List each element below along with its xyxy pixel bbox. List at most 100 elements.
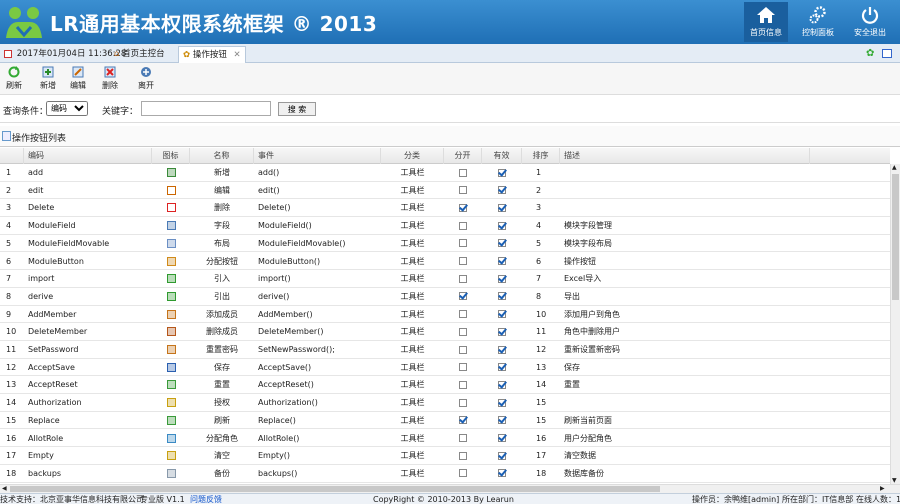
valid-checkbox[interactable] — [498, 398, 506, 407]
refresh-button[interactable]: 刷新 — [0, 66, 28, 91]
refresh-tab-icon[interactable]: ✿ — [866, 48, 874, 59]
edit-button[interactable]: 编辑 — [64, 66, 92, 91]
table-row[interactable]: 8 derive 引出 derive() 工具栏 8 导出 — [0, 288, 890, 306]
scroll-right-icon[interactable]: ▶ — [880, 485, 885, 492]
split-checkbox[interactable] — [459, 416, 467, 425]
table-row[interactable]: 12 AcceptSave 保存 AcceptSave() 工具栏 13 保存 — [0, 359, 890, 377]
header-code[interactable]: 编码 — [24, 148, 152, 164]
header-desc[interactable]: 描述 — [560, 148, 810, 164]
code-cell: DeleteMember — [28, 327, 88, 337]
split-checkbox[interactable] — [459, 292, 467, 301]
header-event[interactable]: 事件 — [254, 148, 381, 164]
split-checkbox[interactable] — [459, 186, 467, 195]
tab-operation-buttons[interactable]: ✿ 操作按钮 ✕ — [178, 46, 246, 63]
split-checkbox[interactable] — [459, 327, 467, 336]
split-checkbox[interactable] — [459, 221, 467, 230]
assign-button-icon — [166, 256, 176, 266]
valid-checkbox[interactable] — [498, 416, 506, 425]
split-checkbox[interactable] — [459, 257, 467, 265]
valid-checkbox[interactable] — [498, 186, 506, 195]
scroll-down-icon[interactable]: ▼ — [892, 477, 897, 484]
table-row[interactable]: 15 Replace 刷新 Replace() 工具栏 15 刷新当前页面 — [0, 412, 890, 430]
split-checkbox[interactable] — [459, 363, 467, 372]
table-row[interactable]: 7 import 引入 import() 工具栏 7 Excel导入 — [0, 270, 890, 288]
split-cell — [444, 288, 482, 305]
valid-checkbox[interactable] — [498, 363, 506, 372]
valid-checkbox[interactable] — [498, 451, 506, 460]
table-row[interactable]: 5 ModuleFieldMovable 布局 ModuleFieldMovable(… — [0, 235, 890, 253]
split-cell — [444, 306, 482, 323]
leave-button[interactable]: 离开 — [132, 66, 160, 91]
tab-home-console[interactable]: ⌂ 首页主控台 — [110, 46, 169, 63]
table-row[interactable]: 17 Empty 清空 Empty() 工具栏 17 清空数据 — [0, 447, 890, 465]
gears-icon — [809, 6, 826, 24]
split-checkbox[interactable] — [459, 469, 467, 478]
valid-checkbox[interactable] — [498, 345, 506, 354]
header-valid[interactable]: 有效 — [482, 148, 522, 164]
header-name[interactable]: 名称 — [190, 148, 254, 164]
valid-checkbox[interactable] — [498, 310, 506, 319]
valid-checkbox[interactable] — [498, 257, 506, 265]
split-checkbox[interactable] — [459, 310, 467, 319]
delete-button[interactable]: 删除 — [96, 66, 124, 91]
feedback-link[interactable]: 问题反馈 — [190, 494, 222, 504]
control-panel-label: 控制面板 — [802, 28, 834, 37]
split-checkbox[interactable] — [459, 203, 467, 212]
table-row[interactable]: 4 ModuleField 字段 ModuleField() 工具栏 4 模块字段管理 — [0, 217, 890, 235]
table-row[interactable]: 3 Delete 删除 Delete() 工具栏 3 — [0, 199, 890, 218]
keyword-input[interactable] — [141, 101, 271, 116]
name-cell: 布局 — [214, 238, 230, 248]
header-split[interactable]: 分开 — [444, 148, 482, 164]
scroll-left-icon[interactable]: ◀ — [2, 485, 7, 492]
header-sort[interactable]: 排序 — [522, 148, 560, 164]
valid-checkbox[interactable] — [498, 469, 506, 478]
scroll-up-icon[interactable]: ▲ — [892, 164, 897, 171]
valid-checkbox[interactable] — [498, 239, 506, 248]
valid-checkbox[interactable] — [498, 221, 506, 230]
split-checkbox[interactable] — [459, 274, 467, 283]
table-row[interactable]: 13 AcceptReset 重置 AcceptReset() 工具栏 14 重置 — [0, 376, 890, 395]
search-button[interactable]: 搜 索 — [278, 102, 316, 116]
split-checkbox[interactable] — [459, 434, 467, 442]
split-checkbox[interactable] — [459, 398, 467, 407]
add-button[interactable]: 新增 — [34, 66, 62, 91]
split-checkbox[interactable] — [459, 451, 467, 460]
table-row[interactable]: 18 backups 备份 backups() 工具栏 18 数据库备份 — [0, 465, 890, 483]
condition-select[interactable]: 编码 — [46, 101, 88, 116]
maximize-icon[interactable] — [882, 49, 892, 58]
logout-button[interactable]: 安全退出 — [848, 2, 892, 42]
split-checkbox[interactable] — [459, 380, 467, 389]
valid-checkbox[interactable] — [498, 274, 506, 283]
split-checkbox[interactable] — [459, 345, 467, 354]
sort-cell: 12 — [536, 345, 547, 354]
tab-bar: 2017年01月04日 11:36:28 ⌂ 首页主控台 ✿ 操作按钮 ✕ ✿ — [0, 44, 900, 63]
table-row[interactable]: 9 AddMember 添加成员 AddMember() 工具栏 10 添加用户到角色 — [0, 306, 890, 324]
control-panel-button[interactable]: 控制面板 — [796, 2, 840, 42]
table-body: 1 add 新增 add() 工具栏 1 2 edit 编辑 edit() 工具栏 2 3 Delete 删… — [0, 164, 890, 484]
valid-checkbox[interactable] — [498, 203, 506, 212]
table-row[interactable]: 1 add 新增 add() 工具栏 1 — [0, 164, 890, 182]
header-icon[interactable]: 图标 — [152, 148, 190, 164]
table-row[interactable]: 16 AllotRole 分配角色 AllotRole() 工具栏 16 用户分配角色 — [0, 430, 890, 448]
table-row[interactable]: 10 DeleteMember 删除成员 DeleteMember() 工具栏 11 角色中… — [0, 323, 890, 341]
close-tab-icon[interactable]: ✕ — [234, 50, 241, 60]
event-cell: DeleteMember() — [258, 327, 324, 337]
header-category[interactable]: 分类 — [381, 148, 444, 164]
hscroll-thumb[interactable] — [10, 486, 660, 492]
sort-cell: 13 — [536, 362, 547, 372]
table-row[interactable]: 6 ModuleButton 分配按钮 ModuleButton() 工具栏 6 操作按钮 — [0, 253, 890, 271]
valid-checkbox[interactable] — [498, 380, 506, 389]
valid-checkbox[interactable] — [498, 292, 506, 301]
valid-checkbox[interactable] — [498, 327, 506, 336]
valid-checkbox[interactable] — [498, 434, 506, 442]
split-checkbox[interactable] — [459, 168, 467, 177]
valid-checkbox[interactable] — [498, 168, 506, 177]
vertical-scrollbar[interactable]: ▲ ▼ — [890, 164, 900, 484]
horizontal-scrollbar[interactable]: ◀ ▶ — [0, 484, 900, 493]
table-row[interactable]: 2 edit 编辑 edit() 工具栏 2 — [0, 182, 890, 200]
home-button[interactable]: 首页信息 — [744, 2, 788, 42]
split-checkbox[interactable] — [459, 239, 467, 248]
table-row[interactable]: 14 Authorization 授权 Authorization() 工具栏 15 — [0, 394, 890, 412]
scroll-thumb[interactable] — [892, 174, 899, 300]
table-row[interactable]: 11 SetPassword 重置密码 SetNewPassword(); 工具栏 12 重… — [0, 341, 890, 359]
